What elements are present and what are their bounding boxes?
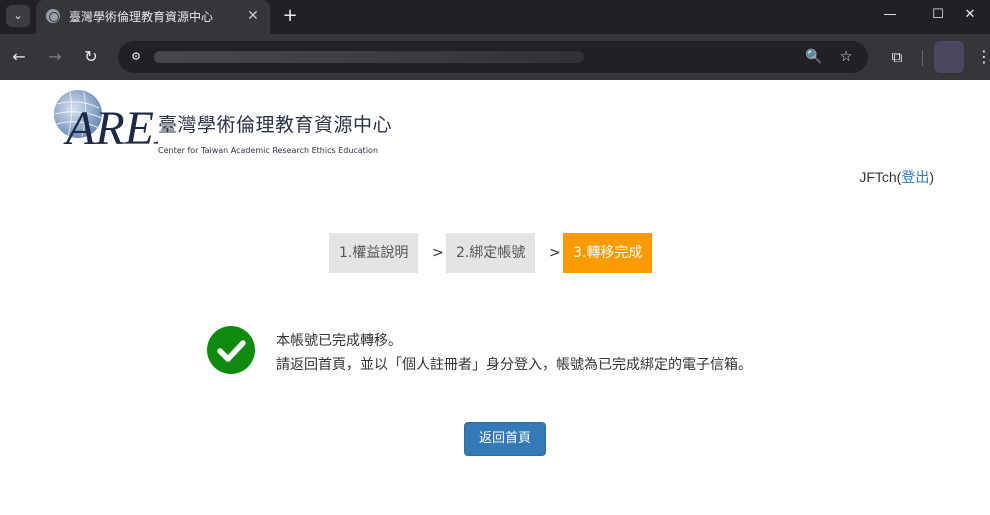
reload-button[interactable]: ↻: [80, 46, 102, 68]
site-info-icon[interactable]: ⚙: [126, 47, 146, 67]
message-line-2: 請返回首頁，並以「個人註冊者」身分登入，帳號為已完成綁定的電子信箱。: [276, 357, 752, 373]
completion-message: 本帳號已完成轉移。 請返回首頁，並以「個人註冊者」身分登入，帳號為已完成綁定的電…: [276, 329, 752, 377]
tab-title: 臺灣學術倫理教育資源中心: [69, 10, 214, 24]
back-button[interactable]: ←: [8, 46, 30, 68]
page-content: AREE 臺灣學術倫理教育資源中心 Center for Taiwan Acad…: [0, 80, 990, 515]
new-tab-button[interactable]: +: [280, 5, 300, 27]
bookmark-star-icon[interactable]: ☆: [836, 47, 856, 67]
url-text[interactable]: [154, 51, 584, 63]
extensions-icon[interactable]: ⧉: [886, 46, 908, 68]
logo-subtitle: Center for Taiwan Academic Research Ethi…: [158, 146, 379, 155]
browser-tab[interactable]: 臺灣學術倫理教育資源中心 ✕: [36, 0, 270, 34]
username: JFTch: [859, 169, 897, 185]
step-3-active: 3.轉移完成: [563, 233, 653, 273]
return-home-button[interactable]: 返回首頁: [464, 422, 546, 456]
close-window-button[interactable]: ✕: [950, 0, 990, 30]
step-separator: >: [549, 245, 561, 261]
tab-search-button[interactable]: ⌄: [6, 5, 30, 27]
toolbar-divider: [922, 50, 923, 66]
user-status: JFTch(登出): [859, 167, 934, 187]
step-separator: >: [432, 245, 444, 261]
step-2: 2.綁定帳號: [446, 233, 536, 273]
browser-menu-icon[interactable]: ⋮: [976, 46, 990, 68]
zoom-icon[interactable]: 🔍: [804, 47, 824, 67]
minimize-button[interactable]: —: [870, 0, 910, 30]
profile-avatar[interactable]: [934, 41, 964, 73]
message-line-1: 本帳號已完成轉移。: [276, 333, 402, 349]
success-check-icon: [207, 326, 255, 374]
site-logo[interactable]: AREE 臺灣學術倫理教育資源中心 Center for Taiwan Acad…: [52, 90, 392, 155]
paren-close: ): [929, 169, 934, 185]
address-bar[interactable]: ⚙ 🔍 ☆: [118, 41, 868, 73]
browser-tab-bar: ⌄ 臺灣學術倫理教育資源中心 ✕ + — ☐ ✕: [0, 0, 990, 34]
close-tab-icon[interactable]: ✕: [244, 7, 262, 25]
aree-logo-mark: AREE: [54, 90, 158, 148]
logo-title: 臺灣學術倫理教育資源中心: [158, 114, 393, 136]
logout-link[interactable]: 登出: [901, 169, 929, 185]
browser-toolbar: ← → ↻ ⚙ 🔍 ☆ ⧉ ⋮: [0, 34, 990, 80]
forward-button[interactable]: →: [44, 46, 66, 68]
step-1: 1.權益說明: [329, 233, 419, 273]
logo-mark-text: AREE: [63, 102, 158, 148]
globe-icon: [46, 9, 60, 23]
